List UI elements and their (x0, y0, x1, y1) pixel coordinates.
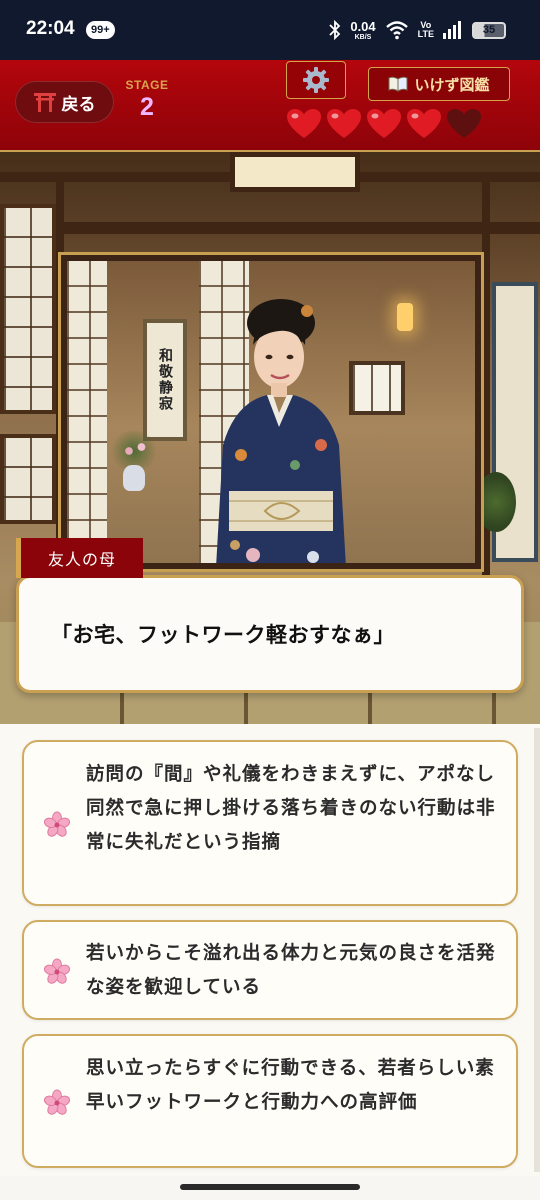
status-bar: 22:04 99+ 0.04 KB/S Vo LTE 35 (0, 0, 540, 60)
settings-button[interactable] (286, 61, 346, 99)
stage-label: STAGE (125, 78, 169, 92)
speaker-name: 友人の母 (47, 550, 116, 569)
ceiling-beam (0, 222, 540, 234)
home-gesture-handle[interactable] (180, 1184, 360, 1190)
back-button-label: 戻る (61, 94, 96, 115)
torii-icon (33, 93, 56, 112)
dialogue-text: 「お宅、フットワーク軽おすなぁ」 (51, 622, 395, 647)
heart-full-icon (287, 109, 321, 138)
heart-empty-icon (447, 109, 481, 138)
choice-text-2: 若いからこそ溢れ出る体力と元気の良さを活発な姿を歓迎している (86, 943, 496, 998)
network-speed-unit: KB/S (354, 34, 372, 41)
portrait-scroll: 和敬静寂 (143, 319, 187, 441)
network-speed-value: 0.04 (350, 19, 376, 34)
kimono-woman-character (216, 299, 346, 563)
back-button[interactable]: 戻る (15, 81, 114, 123)
clock: 22:04 (26, 18, 75, 39)
stage-number: 2 (140, 93, 154, 121)
heart-full-icon (407, 109, 441, 138)
character-portrait: 和敬静寂 (67, 261, 475, 563)
choice-text-3: 思い立ったらすぐに行動できる、若者らしい素早いフットワークと行動力への高評価 (86, 1058, 495, 1113)
status-icons: 0.04 KB/S Vo LTE 35 (329, 16, 506, 44)
system-nav-bar (0, 1176, 540, 1200)
stage-indicator: STAGE 2 (124, 78, 170, 122)
sakura-icon (43, 811, 71, 837)
wifi-icon (385, 21, 408, 40)
scrollbar[interactable] (534, 728, 540, 1172)
answer-choices: 訪問の『間』や礼儀をわきまえずに、アポなし同然で急に押し掛ける落ち着きのない行動… (0, 724, 540, 1176)
choice-card-2[interactable]: 若いからこそ溢れ出る体力と元気の良さを活発な姿を歓迎している (22, 920, 518, 1020)
encyclopedia-button-label: いけず図鑑 (414, 75, 490, 94)
battery-icon: 35 (472, 21, 506, 39)
choice-text-1: 訪問の『間』や礼儀をわきまえずに、アポなし同然で急に押し掛ける落ち着きのない行動… (86, 764, 496, 853)
dialogue-box: 「お宅、フットワーク軽おすなぁ」 (16, 575, 524, 693)
volte-indicator: Vo LTE (417, 20, 434, 39)
network-speed: 0.04 KB/S (350, 19, 375, 41)
sakura-icon (43, 958, 71, 984)
choice-card-1[interactable]: 訪問の『間』や礼儀をわきまえずに、アポなし同然で急に押し掛ける落ち着きのない行動… (22, 740, 518, 906)
notification-badge: 99+ (86, 21, 115, 39)
scroll-calligraphy: 和敬静寂 (157, 348, 173, 412)
heart-full-icon (327, 109, 361, 138)
choice-card-3[interactable]: 思い立ったらすぐに行動できる、若者らしい素早いフットワークと行動力への高評価 (22, 1034, 518, 1168)
encyclopedia-button[interactable]: いけず図鑑 (368, 67, 510, 101)
heart-full-icon (367, 109, 401, 138)
character-portrait-frame: 和敬静寂 (58, 252, 484, 572)
ceiling-lantern (230, 152, 360, 192)
signal-icon (443, 21, 461, 39)
bluetooth-icon (329, 20, 341, 40)
lives-hearts (286, 108, 482, 140)
wall-lantern (397, 303, 413, 331)
sakura-icon (43, 1089, 71, 1115)
game-header: 戻る STAGE 2 いけず図鑑 (0, 60, 540, 152)
speaker-name-tag: 友人の母 (16, 538, 143, 578)
shoji-screen-left-lower (0, 434, 56, 524)
portrait-shoji-left (67, 261, 107, 563)
vase (123, 465, 145, 491)
open-book-icon (388, 76, 408, 92)
shoji-screen-left (0, 204, 56, 414)
gear-icon (303, 67, 329, 93)
